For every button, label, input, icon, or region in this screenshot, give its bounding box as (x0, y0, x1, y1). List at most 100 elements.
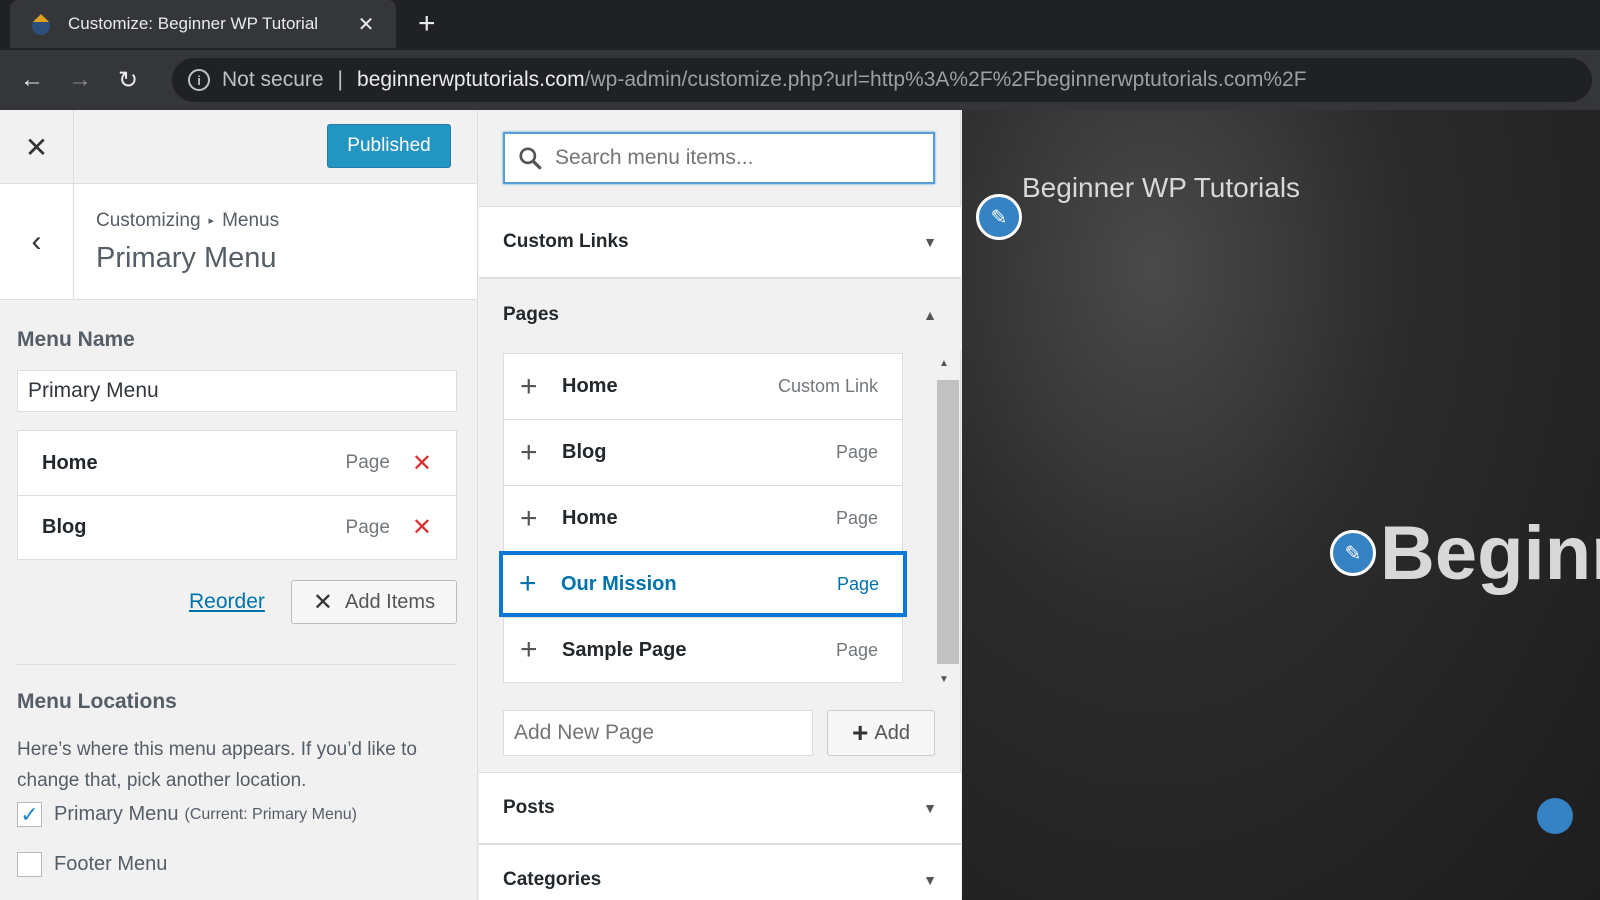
back-arrow-icon[interactable]: ← (8, 66, 56, 94)
location-footer-row: Footer Menu (17, 852, 167, 877)
page-item-type: Page (835, 442, 878, 462)
breadcrumb: Customizing ▸ Menus (96, 210, 279, 232)
preview-hero-title: Beginn (1380, 511, 1600, 596)
wordpress-favicon-icon (28, 11, 54, 37)
chevron-down-icon: ▼ (923, 800, 937, 816)
reload-icon[interactable]: ↻ (104, 66, 152, 95)
footer-menu-checkbox[interactable] (17, 852, 42, 877)
search-box[interactable] (503, 132, 935, 184)
page-item-selected[interactable]: + Our Mission Page (499, 551, 907, 617)
page-item-type: Page (835, 508, 878, 528)
add-items-button[interactable]: ✕ Add Items (291, 580, 457, 624)
scrollbar-thumb[interactable] (937, 380, 959, 664)
browser-tab-bar: Customize: Beginner WP Tutorial ✕ + (0, 0, 1600, 50)
page-item-title: Sample Page (562, 638, 687, 661)
published-button[interactable]: Published (327, 124, 451, 168)
remove-item-icon[interactable]: ✕ (412, 513, 432, 542)
page-item[interactable]: + Home Custom Link (503, 353, 903, 419)
plus-icon: + (852, 717, 869, 748)
forward-arrow-icon[interactable]: → (56, 66, 104, 94)
chevron-up-icon: ▲ (923, 306, 937, 323)
menu-name-input[interactable] (17, 370, 457, 412)
page-item[interactable]: + Sample Page Page (503, 617, 903, 683)
chevron-down-icon: ▼ (923, 872, 937, 888)
menu-locations-label: Menu Locations (17, 690, 177, 713)
site-preview: ✎ Beginner WP Tutorials ✎ Beginn (962, 110, 1600, 900)
accordion-title: Posts (503, 797, 555, 818)
chevron-down-icon: ▼ (923, 234, 937, 250)
available-menu-items-panel: Custom Links ▼ Pages ▲ + Home Custom Lin… (479, 110, 961, 900)
search-icon (519, 147, 542, 170)
pages-scrollbar[interactable]: ▲ ▼ (934, 358, 959, 688)
address-bar: ← → ↻ i Not secure | beginnerwptutorials… (0, 50, 1600, 110)
section-header: ‹ Customizing ▸ Menus Primary Menu (0, 184, 477, 300)
primary-menu-checkbox[interactable]: ✓ (17, 802, 42, 827)
menu-item-type: Page (345, 516, 390, 538)
cursor-icon (1537, 798, 1573, 834)
breadcrumb-child: Menus (222, 210, 280, 231)
menu-item-title: Blog (42, 516, 87, 538)
search-menu-items-input[interactable] (555, 146, 933, 170)
location-primary-row: ✓ Primary Menu (Current: Primary Menu) (17, 802, 357, 827)
pencil-icon[interactable]: ✎ (976, 194, 1022, 240)
menu-item[interactable]: Blog Page ✕ (17, 495, 457, 560)
close-icon: ✕ (312, 588, 334, 616)
accordion-title: Categories (503, 869, 602, 890)
accordion-categories[interactable]: Categories ▼ (479, 844, 961, 900)
divider (17, 664, 457, 665)
customizer-sidebar: ✕ Published ‹ Customizing ▸ Menus Primary … (0, 110, 478, 900)
accordion-custom-links[interactable]: Custom Links ▼ (479, 206, 961, 278)
add-label: Add (874, 721, 910, 744)
reorder-link[interactable]: Reorder (189, 590, 265, 614)
plus-icon: + (519, 567, 537, 600)
plus-icon: + (520, 435, 538, 469)
page-item[interactable]: + Blog Page (503, 419, 903, 485)
menu-item-type: Page (345, 452, 390, 473)
breadcrumb-parent: Customizing (96, 210, 201, 231)
accordion-title: Custom Links (503, 231, 629, 252)
page-item-title: Home (562, 375, 618, 397)
not-secure-label: Not secure (222, 68, 324, 91)
section-title: Primary Menu (96, 242, 277, 274)
location-note: (Current: Primary Menu) (184, 805, 357, 823)
page-item-type: Page (835, 639, 878, 660)
close-tab-icon[interactable]: ✕ (354, 12, 378, 37)
scroll-up-icon[interactable]: ▲ (934, 358, 954, 369)
scroll-down-icon[interactable]: ▼ (934, 674, 954, 685)
menu-item[interactable]: Home Page ✕ (17, 430, 457, 495)
url-path: /wp-admin/customize.php?url=http%3A%2F%2… (584, 68, 1307, 91)
back-chevron-icon[interactable]: ‹ (0, 184, 74, 300)
close-customizer-icon[interactable]: ✕ (0, 110, 74, 184)
plus-icon: + (520, 369, 538, 403)
pencil-icon[interactable]: ✎ (1330, 530, 1376, 576)
location-label: Primary Menu (54, 803, 179, 825)
url-omnibox[interactable]: i Not secure | beginnerwptutorials.com/w… (172, 58, 1592, 102)
menu-name-label: Menu Name (17, 328, 135, 351)
plus-icon: + (520, 501, 538, 535)
menu-item-title: Home (42, 451, 98, 474)
page-item-title: Blog (562, 441, 607, 463)
preview-site-title: Beginner WP Tutorials (1022, 172, 1301, 203)
tab-title: Customize: Beginner WP Tutorial (68, 14, 319, 33)
accordion-title: Pages (503, 303, 559, 325)
add-page-button[interactable]: + Add (827, 710, 935, 756)
remove-item-icon[interactable]: ✕ (412, 449, 432, 478)
pages-list: + Home Custom Link + Blog Page + Home Pa… (499, 353, 907, 683)
accordion-pages[interactable]: Pages ▲ (479, 278, 961, 350)
info-icon[interactable]: i (188, 69, 210, 91)
breadcrumb-arrow-icon: ▸ (208, 215, 215, 228)
menu-items-list: Home Page ✕ Blog Page ✕ (17, 430, 457, 560)
add-items-label: Add Items (345, 590, 436, 613)
new-tab-icon[interactable]: + (418, 6, 436, 42)
plus-icon: + (520, 633, 538, 666)
url-domain: beginnerwptutorials.com (357, 68, 585, 91)
browser-tab[interactable]: Customize: Beginner WP Tutorial ✕ (10, 0, 396, 48)
page-item-type: Custom Link (777, 376, 878, 396)
location-label: Footer Menu (54, 853, 168, 875)
accordion-posts[interactable]: Posts ▼ (479, 772, 961, 844)
add-new-page-input[interactable] (503, 710, 813, 756)
menu-locations-description: Here’s where this menu appears. If you’d… (17, 739, 417, 791)
page-item-title: Home (562, 507, 618, 529)
url-separator: | (337, 68, 344, 91)
page-item[interactable]: + Home Page (503, 485, 903, 551)
